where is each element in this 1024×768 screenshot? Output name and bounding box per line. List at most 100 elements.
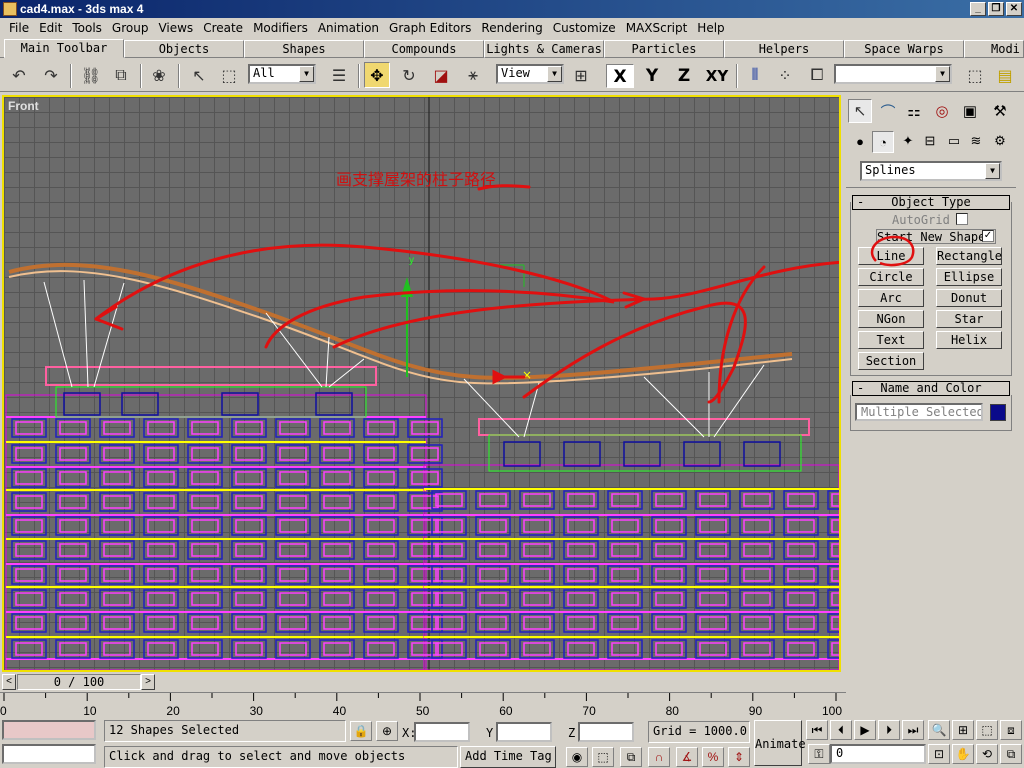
rectangular-selection-icon[interactable]: ⬚ bbox=[216, 62, 242, 88]
zoom-extents-all-icon[interactable]: ⧈ bbox=[1000, 720, 1022, 740]
viewport-label[interactable]: Front bbox=[8, 99, 39, 113]
region-zoom-icon[interactable]: ⊡ bbox=[928, 744, 950, 764]
menu-maxscript[interactable]: MAXScript bbox=[621, 21, 693, 35]
menu-modifiers[interactable]: Modifiers bbox=[248, 21, 313, 35]
tab-objects[interactable]: Objects bbox=[124, 40, 244, 58]
snap-2d-icon[interactable]: ∩ bbox=[648, 747, 670, 767]
named-selection-dropdown[interactable]: ▼ bbox=[834, 64, 952, 84]
percent-snap-icon[interactable]: % bbox=[702, 747, 724, 767]
select-and-link-icon[interactable]: ⛓ bbox=[78, 62, 104, 88]
create-tab-icon[interactable]: ↖ bbox=[848, 99, 872, 123]
zoom-extents-icon[interactable]: ⬚ bbox=[976, 720, 998, 740]
tab-main-toolbar[interactable]: Main Toolbar bbox=[4, 39, 124, 58]
menu-create[interactable]: Create bbox=[198, 21, 248, 35]
array-icon[interactable]: ⁘ bbox=[772, 62, 798, 88]
menu-edit[interactable]: Edit bbox=[34, 21, 67, 35]
menu-file[interactable]: File bbox=[4, 21, 34, 35]
object-type-header[interactable]: - Object Type bbox=[852, 195, 1010, 210]
time-slider-prev-button[interactable]: < bbox=[2, 674, 16, 690]
utilities-tab-icon[interactable]: ⚒ bbox=[988, 99, 1012, 123]
hierarchy-tab-icon[interactable]: ⚏ bbox=[902, 99, 926, 123]
crossing-selection-icon[interactable]: ⬚ bbox=[592, 747, 614, 767]
spinner-snap-icon[interactable]: ⇕ bbox=[728, 747, 750, 767]
z-coordinate-field[interactable] bbox=[578, 722, 634, 742]
select-object-icon[interactable]: ↖ bbox=[186, 62, 212, 88]
layers-icon[interactable]: ▤ bbox=[992, 62, 1018, 88]
section-button[interactable]: Section bbox=[858, 352, 924, 370]
arc-rotate-icon[interactable]: ⟲ bbox=[976, 744, 998, 764]
degradation-override-icon[interactable]: ◉ bbox=[566, 747, 588, 767]
select-and-move-icon[interactable]: ✥ bbox=[364, 62, 390, 88]
use-pivot-center-icon[interactable]: ⊞ bbox=[568, 62, 594, 88]
time-slider[interactable]: < 0 / 100 > bbox=[0, 672, 846, 692]
ellipse-button[interactable]: Ellipse bbox=[936, 268, 1002, 286]
maxscript-listener-mini[interactable] bbox=[2, 720, 96, 740]
restrict-x-button[interactable]: X bbox=[606, 64, 634, 88]
align-icon[interactable]: ⧠ bbox=[804, 62, 830, 88]
lights-icon[interactable]: ✦ bbox=[898, 131, 918, 151]
donut-button[interactable]: Donut bbox=[936, 289, 1002, 307]
reference-coordinate-dropdown[interactable]: View ▼ bbox=[496, 64, 564, 84]
key-mode-icon[interactable]: ⚿ bbox=[808, 744, 830, 764]
menu-graph-editors[interactable]: Graph Editors bbox=[384, 21, 476, 35]
bind-to-space-warp-icon[interactable]: ❀ bbox=[146, 62, 172, 88]
timeline-ruler[interactable]: 0 10 20 30 40 50 60 70 80 90 100 bbox=[0, 692, 846, 718]
tab-particles[interactable]: Particles bbox=[604, 40, 724, 58]
current-frame-field[interactable]: 0 bbox=[830, 744, 926, 764]
animate-button[interactable]: Animate bbox=[754, 720, 806, 766]
close-button[interactable]: ✕ bbox=[1006, 2, 1022, 16]
rectangle-button[interactable]: Rectangle bbox=[936, 247, 1002, 265]
object-name-field[interactable]: Multiple Selected bbox=[855, 403, 983, 421]
helix-button[interactable]: Helix bbox=[936, 331, 1002, 349]
undo-icon[interactable]: ↶ bbox=[6, 62, 32, 88]
category-dropdown[interactable]: Splines ▼ bbox=[860, 161, 1002, 181]
selection-filter-dropdown[interactable]: All ▼ bbox=[248, 64, 316, 84]
tab-lights-cameras[interactable]: Lights & Cameras bbox=[484, 40, 604, 58]
select-and-scale-icon[interactable]: ◪ bbox=[428, 62, 454, 88]
named-selection-sets-icon[interactable]: ⬚ bbox=[962, 62, 988, 88]
redo-icon[interactable]: ↷ bbox=[38, 62, 64, 88]
time-slider-next-button[interactable]: > bbox=[141, 674, 155, 690]
systems-icon[interactable]: ⚙ bbox=[990, 131, 1010, 151]
go-to-end-icon[interactable]: ⏭ bbox=[902, 720, 924, 740]
absolute-mode-icon[interactable]: ⊕ bbox=[376, 721, 398, 741]
restrict-y-button[interactable]: Y bbox=[638, 64, 666, 88]
start-new-shape-checkbox[interactable]: ✓ bbox=[982, 230, 994, 242]
menu-help[interactable]: Help bbox=[692, 21, 729, 35]
maxscript-output-mini[interactable] bbox=[2, 744, 96, 764]
add-time-tag-button[interactable]: Add Time Tag bbox=[460, 746, 556, 768]
snap-icon[interactable]: ⧉ bbox=[620, 747, 642, 767]
y-coordinate-field[interactable] bbox=[496, 722, 552, 742]
tab-shapes[interactable]: Shapes bbox=[244, 40, 364, 58]
pivot-center-icon[interactable]: ⚹ bbox=[460, 62, 486, 88]
menu-animation[interactable]: Animation bbox=[313, 21, 384, 35]
angle-snap-icon[interactable]: ∡ bbox=[676, 747, 698, 767]
space-warps-icon[interactable]: ≋ bbox=[966, 131, 986, 151]
select-by-name-icon[interactable]: ☰ bbox=[326, 62, 352, 88]
ngon-button[interactable]: NGon bbox=[858, 310, 924, 328]
zoom-all-icon[interactable]: ⊞ bbox=[952, 720, 974, 740]
tab-compounds[interactable]: Compounds bbox=[364, 40, 484, 58]
frame-display[interactable]: 0 / 100 bbox=[17, 674, 141, 690]
lock-selection-icon[interactable]: 🔒 bbox=[350, 721, 372, 741]
minimize-button[interactable]: _ bbox=[970, 2, 986, 16]
restrict-z-button[interactable]: Z bbox=[670, 64, 698, 88]
menu-rendering[interactable]: Rendering bbox=[476, 21, 547, 35]
tab-modifiers[interactable]: Modi bbox=[964, 40, 1024, 58]
go-to-start-icon[interactable]: ⏮ bbox=[806, 720, 828, 740]
text-button[interactable]: Text bbox=[858, 331, 924, 349]
menu-views[interactable]: Views bbox=[153, 21, 198, 35]
star-button[interactable]: Star bbox=[936, 310, 1002, 328]
name-color-header[interactable]: - Name and Color bbox=[852, 381, 1010, 396]
menu-group[interactable]: Group bbox=[107, 21, 154, 35]
app-icon[interactable] bbox=[3, 2, 17, 16]
menu-tools[interactable]: Tools bbox=[67, 21, 107, 35]
object-color-swatch[interactable] bbox=[990, 404, 1006, 421]
min-max-toggle-icon[interactable]: ⧉ bbox=[1000, 744, 1022, 764]
pan-icon[interactable]: ✋ bbox=[952, 744, 974, 764]
unlink-selection-icon[interactable]: ⧉ bbox=[108, 62, 134, 88]
arc-button[interactable]: Arc bbox=[858, 289, 924, 307]
mirror-icon[interactable]: ⫴ bbox=[742, 62, 768, 88]
x-coordinate-field[interactable] bbox=[414, 722, 470, 742]
next-frame-icon[interactable]: ⏵ bbox=[878, 720, 900, 740]
